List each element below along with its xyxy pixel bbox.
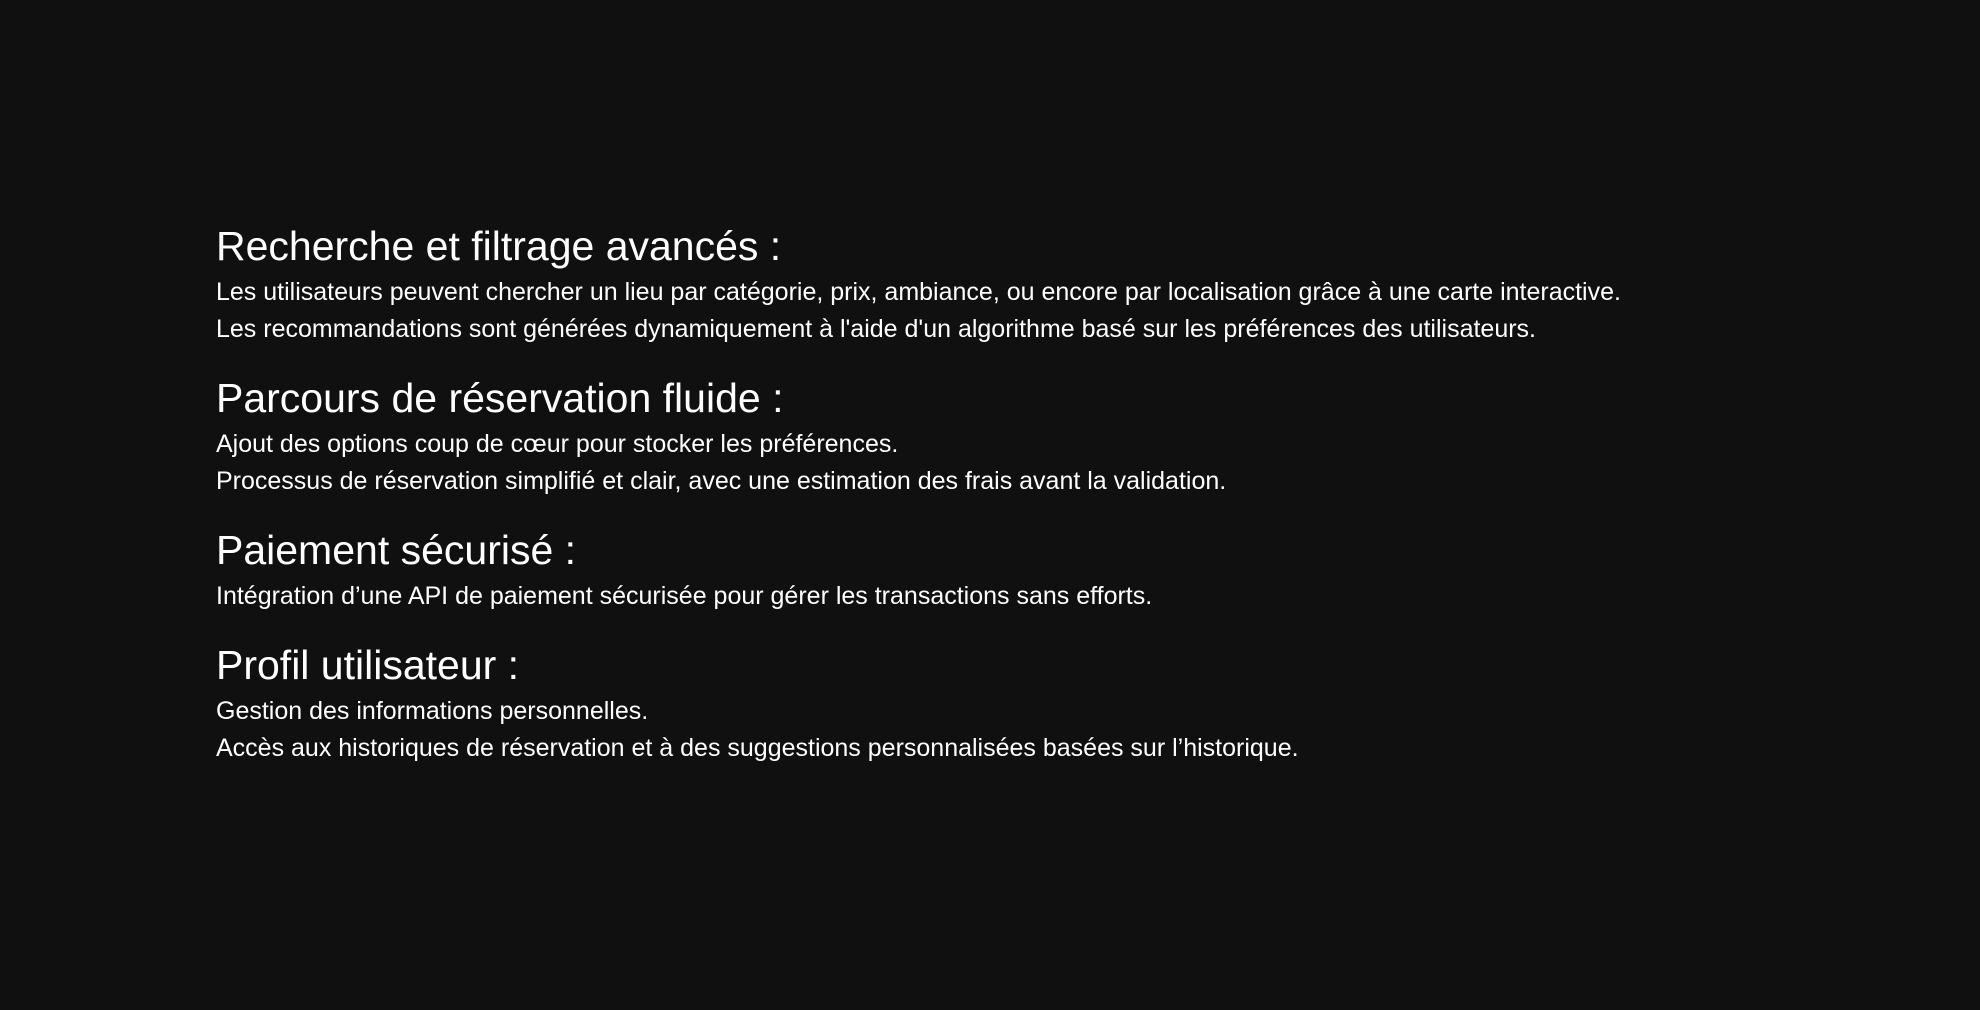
section-parcours-reservation: Parcours de réservation fluide : Ajout d… (216, 372, 1936, 500)
section-text-line: Les recommandations sont générées dynami… (216, 315, 1537, 343)
section-text-line: Gestion des informations personnelles. (216, 697, 649, 725)
section-heading: Profil utilisateur : (216, 642, 520, 688)
section-heading: Recherche et filtrage avancés : (216, 223, 782, 269)
section-text-line: Intégration d’une API de paiement sécuri… (216, 582, 1153, 610)
section-heading: Parcours de réservation fluide : (216, 375, 784, 421)
section-heading: Paiement sécurisé : (216, 527, 577, 573)
feature-list: Recherche et filtrage avancés : Les util… (216, 220, 1936, 791)
section-text-line: Ajout des options coup de cœur pour stoc… (216, 430, 899, 458)
section-paiement-securise: Paiement sécurisé : Intégration d’une AP… (216, 524, 1936, 615)
section-text-line: Processus de réservation simplifié et cl… (216, 467, 1227, 495)
section-profil-utilisateur: Profil utilisateur : Gestion des informa… (216, 639, 1936, 767)
section-text-line: Les utilisateurs peuvent chercher un lie… (216, 278, 1621, 306)
section-text-line: Accès aux historiques de réservation et … (216, 734, 1299, 762)
section-recherche-filtrage: Recherche et filtrage avancés : Les util… (216, 220, 1936, 348)
